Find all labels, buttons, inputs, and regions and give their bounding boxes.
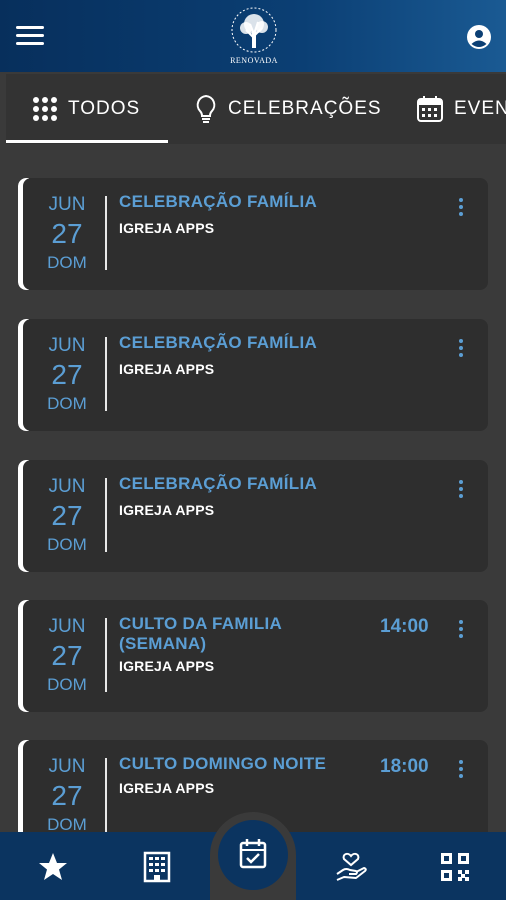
event-month: JUN bbox=[48, 476, 86, 497]
event-card[interactable]: JUN 27 DOM CELEBRAÇÃO FAMÍLIA IGREJA APP… bbox=[18, 178, 488, 290]
tab-celebracoes[interactable]: CELEBRAÇÕES bbox=[194, 74, 382, 144]
event-title: CULTO DOMINGO NOITE bbox=[119, 754, 327, 773]
tab-eventos[interactable]: EVENTOS bbox=[416, 74, 506, 144]
event-title: CELEBRAÇÃO FAMÍLIA bbox=[119, 333, 318, 352]
event-location: IGREJA APPS bbox=[119, 658, 215, 674]
donation-hand-icon[interactable] bbox=[334, 850, 368, 884]
logo-text: RENOVADA bbox=[230, 56, 278, 65]
event-month: JUN bbox=[48, 194, 86, 215]
event-title: CULTO DA FAMILIA (SEMANA) bbox=[119, 614, 282, 653]
date-divider bbox=[105, 478, 107, 552]
event-card[interactable]: JUN 27 DOM CELEBRAÇÃO FAMÍLIA IGREJA APP… bbox=[18, 460, 488, 572]
tab-label: CELEBRAÇÕES bbox=[228, 98, 382, 119]
event-date: JUN 27 DOM bbox=[30, 616, 104, 696]
grid-dots-icon bbox=[33, 97, 57, 121]
event-title: CELEBRAÇÃO FAMÍLIA bbox=[119, 474, 318, 493]
account-circle-icon[interactable] bbox=[466, 24, 492, 50]
event-day: 27 bbox=[51, 218, 83, 249]
top-app-bar: RENOVADA bbox=[0, 0, 506, 72]
more-options-icon[interactable] bbox=[452, 758, 470, 780]
event-day: 27 bbox=[51, 780, 83, 811]
app-root: RENOVADA TODOS CELEBRAÇÕES EVEN JUN 27 D… bbox=[0, 0, 506, 900]
event-month: JUN bbox=[48, 335, 86, 356]
qr-code-icon[interactable] bbox=[438, 850, 472, 884]
star-icon[interactable] bbox=[36, 850, 70, 884]
date-divider bbox=[105, 618, 107, 692]
event-weekday: DOM bbox=[47, 675, 87, 694]
event-weekday: DOM bbox=[47, 394, 87, 413]
event-day: 27 bbox=[51, 500, 83, 531]
event-location: IGREJA APPS bbox=[119, 502, 215, 518]
calendar-icon bbox=[417, 96, 443, 122]
active-tab-indicator bbox=[6, 140, 168, 143]
category-tabs: TODOS CELEBRAÇÕES EVENTOS bbox=[6, 74, 506, 144]
event-weekday: DOM bbox=[47, 253, 87, 272]
menu-icon[interactable] bbox=[14, 24, 46, 48]
calendar-check-icon[interactable] bbox=[218, 820, 288, 890]
tab-label: TODOS bbox=[68, 98, 141, 119]
tab-label: EVENTOS bbox=[454, 98, 506, 119]
event-day: 27 bbox=[51, 640, 83, 671]
event-title: CELEBRAÇÃO FAMÍLIA bbox=[119, 192, 318, 211]
lightbulb-icon bbox=[196, 94, 216, 123]
event-date: JUN 27 DOM bbox=[30, 194, 104, 274]
events-list[interactable]: JUN 27 DOM CELEBRAÇÃO FAMÍLIA IGREJA APP… bbox=[0, 144, 506, 832]
date-divider bbox=[105, 196, 107, 270]
event-month: JUN bbox=[48, 756, 86, 777]
event-card[interactable]: JUN 27 DOM CULTO DA FAMILIA (SEMANA) IGR… bbox=[18, 600, 488, 712]
event-day: 27 bbox=[51, 359, 83, 390]
tab-todos[interactable]: TODOS bbox=[32, 74, 140, 144]
more-options-icon[interactable] bbox=[452, 196, 470, 218]
date-divider bbox=[105, 337, 107, 411]
building-icon[interactable] bbox=[140, 850, 174, 884]
event-location: IGREJA APPS bbox=[119, 220, 215, 236]
date-divider bbox=[105, 758, 107, 832]
event-date: JUN 27 DOM bbox=[30, 335, 104, 415]
event-date: JUN 27 DOM bbox=[30, 756, 104, 832]
event-month: JUN bbox=[48, 616, 86, 637]
event-card[interactable]: JUN 27 DOM CELEBRAÇÃO FAMÍLIA IGREJA APP… bbox=[18, 319, 488, 431]
event-date: JUN 27 DOM bbox=[30, 476, 104, 556]
event-time: 14:00 bbox=[380, 616, 429, 637]
more-options-icon[interactable] bbox=[452, 337, 470, 359]
church-logo: RENOVADA bbox=[222, 4, 286, 68]
event-location: IGREJA APPS bbox=[119, 780, 215, 796]
more-options-icon[interactable] bbox=[452, 478, 470, 500]
event-weekday: DOM bbox=[47, 815, 87, 832]
event-time: 18:00 bbox=[380, 756, 429, 777]
more-options-icon[interactable] bbox=[452, 618, 470, 640]
event-weekday: DOM bbox=[47, 535, 87, 554]
event-location: IGREJA APPS bbox=[119, 361, 215, 377]
